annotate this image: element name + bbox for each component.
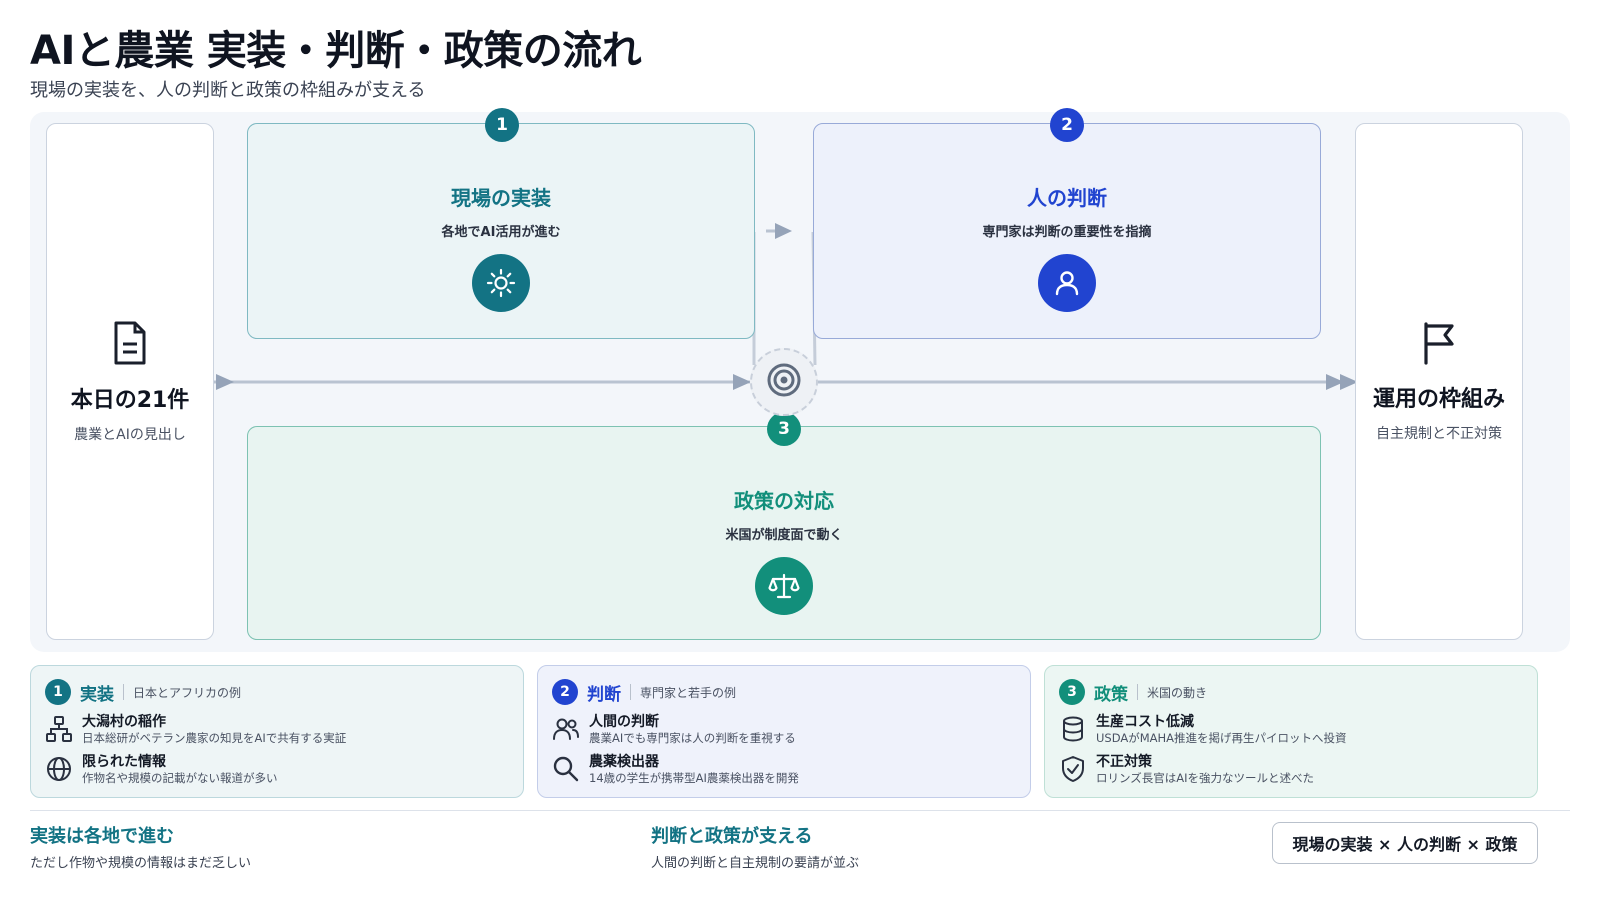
block-policy: 政策の対応 米国が制度面で動く — [247, 426, 1321, 640]
legend-item-heading: 限られた情報 — [82, 754, 166, 770]
legend-title: 実装 — [80, 684, 114, 705]
block-policy-subtitle: 米国が制度面で動く — [725, 528, 843, 543]
summary-subtitle: 農業とAIの見出し — [74, 426, 186, 443]
footer-note-center: 判断と政策が支える 人間の判断と自主規制の要請が並ぶ — [651, 822, 859, 871]
block-implementation: 現場の実装 各地でAI活用が進む — [247, 123, 755, 339]
legend-title: 判断 — [587, 684, 621, 705]
flag-icon — [1422, 321, 1456, 369]
shield-check-icon — [1059, 754, 1087, 784]
legend-item-heading: 不正対策 — [1096, 754, 1152, 770]
block-number-3: 3 — [767, 412, 801, 446]
legend-card-implementation: 1 実装 日本とアフリカの例 大潟村の稲作 日本総研がベテラン農家の知見をAIで… — [30, 665, 524, 798]
footer-divider — [30, 810, 1570, 811]
legend-number: 3 — [1059, 679, 1085, 705]
legend-item: 限られた情報 作物名や規模の記載がない報道が多い — [45, 754, 509, 786]
footer-center-desc: 人間の判断と自主規制の要請が並ぶ — [651, 856, 860, 871]
scales-icon — [755, 557, 813, 615]
block-judgment: 人の判断 専門家は判断の重要性を指摘 — [813, 123, 1321, 339]
document-icon — [113, 320, 147, 370]
legend-item-desc: 作物名や規模の記載がない報道が多い — [82, 771, 278, 785]
people-icon — [552, 714, 580, 744]
flow-arrow-left-end — [733, 374, 751, 390]
sun-icon — [472, 254, 530, 312]
footer-summary-pill: 現場の実装 × 人の判断 × 政策 — [1272, 822, 1538, 864]
legend-card-policy: 3 政策 米国の動き 生産コスト低減 USDAがMAHA推進を掲げ再生パイロット… — [1044, 665, 1538, 798]
legend-item-desc: 農業AIでも専門家は人の判断を重視する — [589, 731, 796, 745]
legend-item-heading: 人間の判断 — [589, 714, 659, 730]
legend-item-desc: USDAがMAHA推進を掲げ再生パイロットへ投資 — [1096, 731, 1347, 745]
target-icon — [766, 362, 802, 402]
block-judgment-title: 人の判断 — [1027, 186, 1107, 210]
person-icon — [1038, 254, 1096, 312]
legend-item: 不正対策 ロリンズ長官はAIを強力なツールと述べた — [1059, 754, 1523, 786]
legend-item-heading: 農薬検出器 — [589, 754, 659, 770]
database-icon — [1059, 714, 1087, 744]
framework-title: 運用の枠組み — [1372, 386, 1505, 412]
block-policy-title: 政策の対応 — [734, 489, 834, 513]
legend-item-desc: 日本総研がベテラン農家の知見をAIで共有する実証 — [82, 731, 347, 745]
legend-separator — [1137, 684, 1138, 700]
block-judgment-subtitle: 専門家は判断の重要性を指摘 — [982, 225, 1152, 240]
block-number-2: 2 — [1050, 108, 1084, 142]
legend-item-desc: ロリンズ長官はAIを強力なツールと述べた — [1096, 771, 1315, 785]
search-icon — [552, 754, 580, 784]
legend-item-heading: 生産コスト低減 — [1096, 714, 1194, 730]
legend-number: 2 — [552, 679, 578, 705]
block-implementation-title: 現場の実装 — [451, 186, 551, 210]
summary-title: 本日の21件 — [70, 387, 190, 413]
legend-separator — [630, 684, 631, 700]
hub-node — [750, 348, 818, 416]
framework-subtitle: 自主規制と不正対策 — [1376, 425, 1502, 442]
legend-separator — [123, 684, 124, 700]
legend-subtitle: 日本とアフリカの例 — [133, 685, 242, 700]
footer-left-heading: 実装は各地で進む — [30, 826, 174, 847]
framework-card: 運用の枠組み 自主規制と不正対策 — [1355, 123, 1523, 640]
legend-item: 生産コスト低減 USDAがMAHA推進を掲げ再生パイロットへ投資 — [1059, 714, 1523, 746]
legend-title: 政策 — [1094, 684, 1128, 705]
footer-left-desc: ただし作物や規模の情報はまだ乏しい — [30, 856, 252, 871]
legend-item-desc: 14歳の学生が携帯型AI農薬検出器を開発 — [589, 771, 799, 785]
summary-card: 本日の21件 農業とAIの見出し — [46, 123, 214, 640]
legend-card-judgment: 2 判断 専門家と若手の例 人間の判断 農業AIでも専門家は人の判断を重視する … — [537, 665, 1031, 798]
legend-item: 農薬検出器 14歳の学生が携帯型AI農薬検出器を開発 — [552, 754, 1016, 786]
legend-number: 1 — [45, 679, 71, 705]
legend-subtitle: 米国の動き — [1147, 685, 1208, 700]
flow-arrow-left-start — [216, 374, 234, 390]
legend-item: 大潟村の稲作 日本総研がベテラン農家の知見をAIで共有する実証 — [45, 714, 509, 746]
globe-icon — [45, 754, 73, 784]
network-icon — [45, 714, 73, 744]
footer-center-heading: 判断と政策が支える — [651, 826, 813, 847]
footer-note-left: 実装は各地で進む ただし作物や規模の情報はまだ乏しい — [30, 822, 251, 871]
legend-item-heading: 大潟村の稲作 — [82, 714, 166, 730]
legend-item: 人間の判断 農業AIでも専門家は人の判断を重視する — [552, 714, 1016, 746]
legend-subtitle: 専門家と若手の例 — [640, 685, 737, 700]
block-number-1: 1 — [485, 108, 519, 142]
block-implementation-subtitle: 各地でAI活用が進む — [441, 225, 561, 240]
flow-arrow-b1-b2 — [775, 223, 792, 239]
